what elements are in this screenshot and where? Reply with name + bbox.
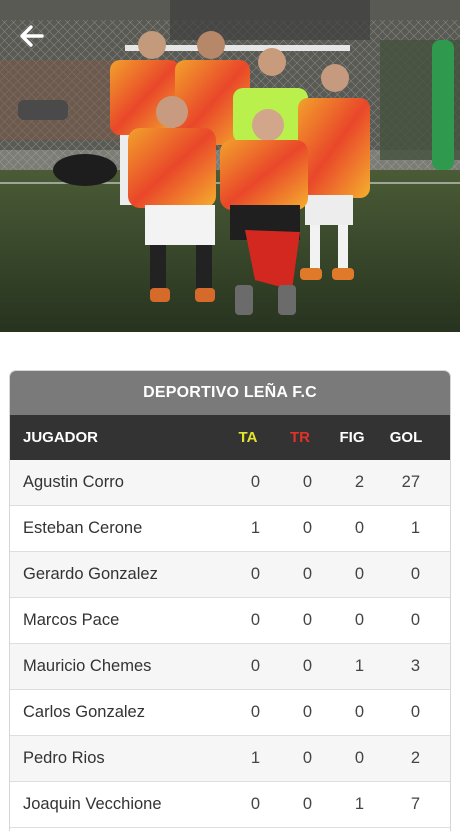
goals: 0 [410, 703, 420, 721]
red-cards: 0 [302, 611, 312, 629]
player-name: Mauricio Chemes [23, 657, 152, 675]
yellow-cards: 1 [250, 749, 260, 767]
yellow-cards: 0 [250, 657, 260, 675]
red-cards: 0 [302, 657, 312, 675]
yellow-cards: 0 [250, 473, 260, 491]
player-row[interactable]: Esteban Cerone 1 0 0 1 [10, 506, 450, 552]
red-cards: 0 [302, 473, 312, 491]
player-row[interactable]: Marcos Pace 0 0 0 0 [10, 598, 450, 644]
figure-awards: 1 [354, 657, 364, 675]
yellow-cards: 0 [250, 703, 260, 721]
figure-awards: 1 [354, 795, 364, 813]
red-cards: 0 [302, 749, 312, 767]
yellow-cards: 0 [250, 565, 260, 583]
goals: 2 [410, 749, 420, 767]
header-ta: TA [238, 429, 258, 446]
red-cards: 0 [302, 565, 312, 583]
yellow-cards: 0 [250, 611, 260, 629]
goals: 1 [410, 519, 420, 537]
arrow-left-icon [20, 25, 44, 47]
goals: 0 [410, 565, 420, 583]
figure-awards: 2 [354, 473, 364, 491]
goals: 0 [410, 611, 420, 629]
team-photo [0, 0, 460, 332]
red-cards: 0 [302, 519, 312, 537]
player-name: Pedro Rios [23, 749, 105, 767]
goals: 7 [410, 795, 420, 813]
goals: 3 [410, 657, 420, 675]
red-cards: 0 [302, 703, 312, 721]
figure-awards: 0 [354, 565, 364, 583]
team-photo-illustration [0, 0, 460, 332]
player-row[interactable]: Carlos Gonzalez 0 0 0 0 [10, 690, 450, 736]
yellow-cards: 0 [250, 795, 260, 813]
header-fig: FIG [339, 429, 365, 446]
player-rows: Agustin Corro 0 0 2 27 Esteban Cerone 1 … [10, 460, 450, 828]
player-name: Agustin Corro [23, 473, 124, 491]
team-name: DEPORTIVO LEÑA F.C [10, 371, 450, 415]
figure-awards: 0 [354, 519, 364, 537]
header-tr: TR [290, 429, 310, 446]
player-row[interactable]: Agustin Corro 0 0 2 27 [10, 460, 450, 506]
header-gol: GOL [389, 429, 423, 446]
player-row[interactable]: Pedro Rios 1 0 0 2 [10, 736, 450, 782]
red-cards: 0 [302, 795, 312, 813]
team-stats-card: DEPORTIVO LEÑA F.C JUGADOR TA TR FIG GOL… [10, 371, 450, 831]
figure-awards: 0 [354, 749, 364, 767]
figure-awards: 0 [354, 703, 364, 721]
figure-awards: 0 [354, 611, 364, 629]
player-row[interactable]: Gerardo Gonzalez 0 0 0 0 [10, 552, 450, 598]
player-name: Gerardo Gonzalez [23, 565, 158, 583]
player-name: Joaquin Vecchione [23, 795, 162, 813]
yellow-cards: 1 [250, 519, 260, 537]
player-row[interactable]: Joaquin Vecchione 0 0 1 7 [10, 782, 450, 828]
header-player: JUGADOR [23, 429, 99, 446]
table-header: JUGADOR TA TR FIG GOL [10, 415, 450, 460]
player-name: Esteban Cerone [23, 519, 143, 537]
player-row[interactable]: Mauricio Chemes 0 0 1 3 [10, 644, 450, 690]
goals: 27 [401, 473, 420, 491]
back-button[interactable] [14, 20, 50, 52]
player-name: Carlos Gonzalez [23, 703, 145, 721]
player-name: Marcos Pace [23, 611, 120, 629]
